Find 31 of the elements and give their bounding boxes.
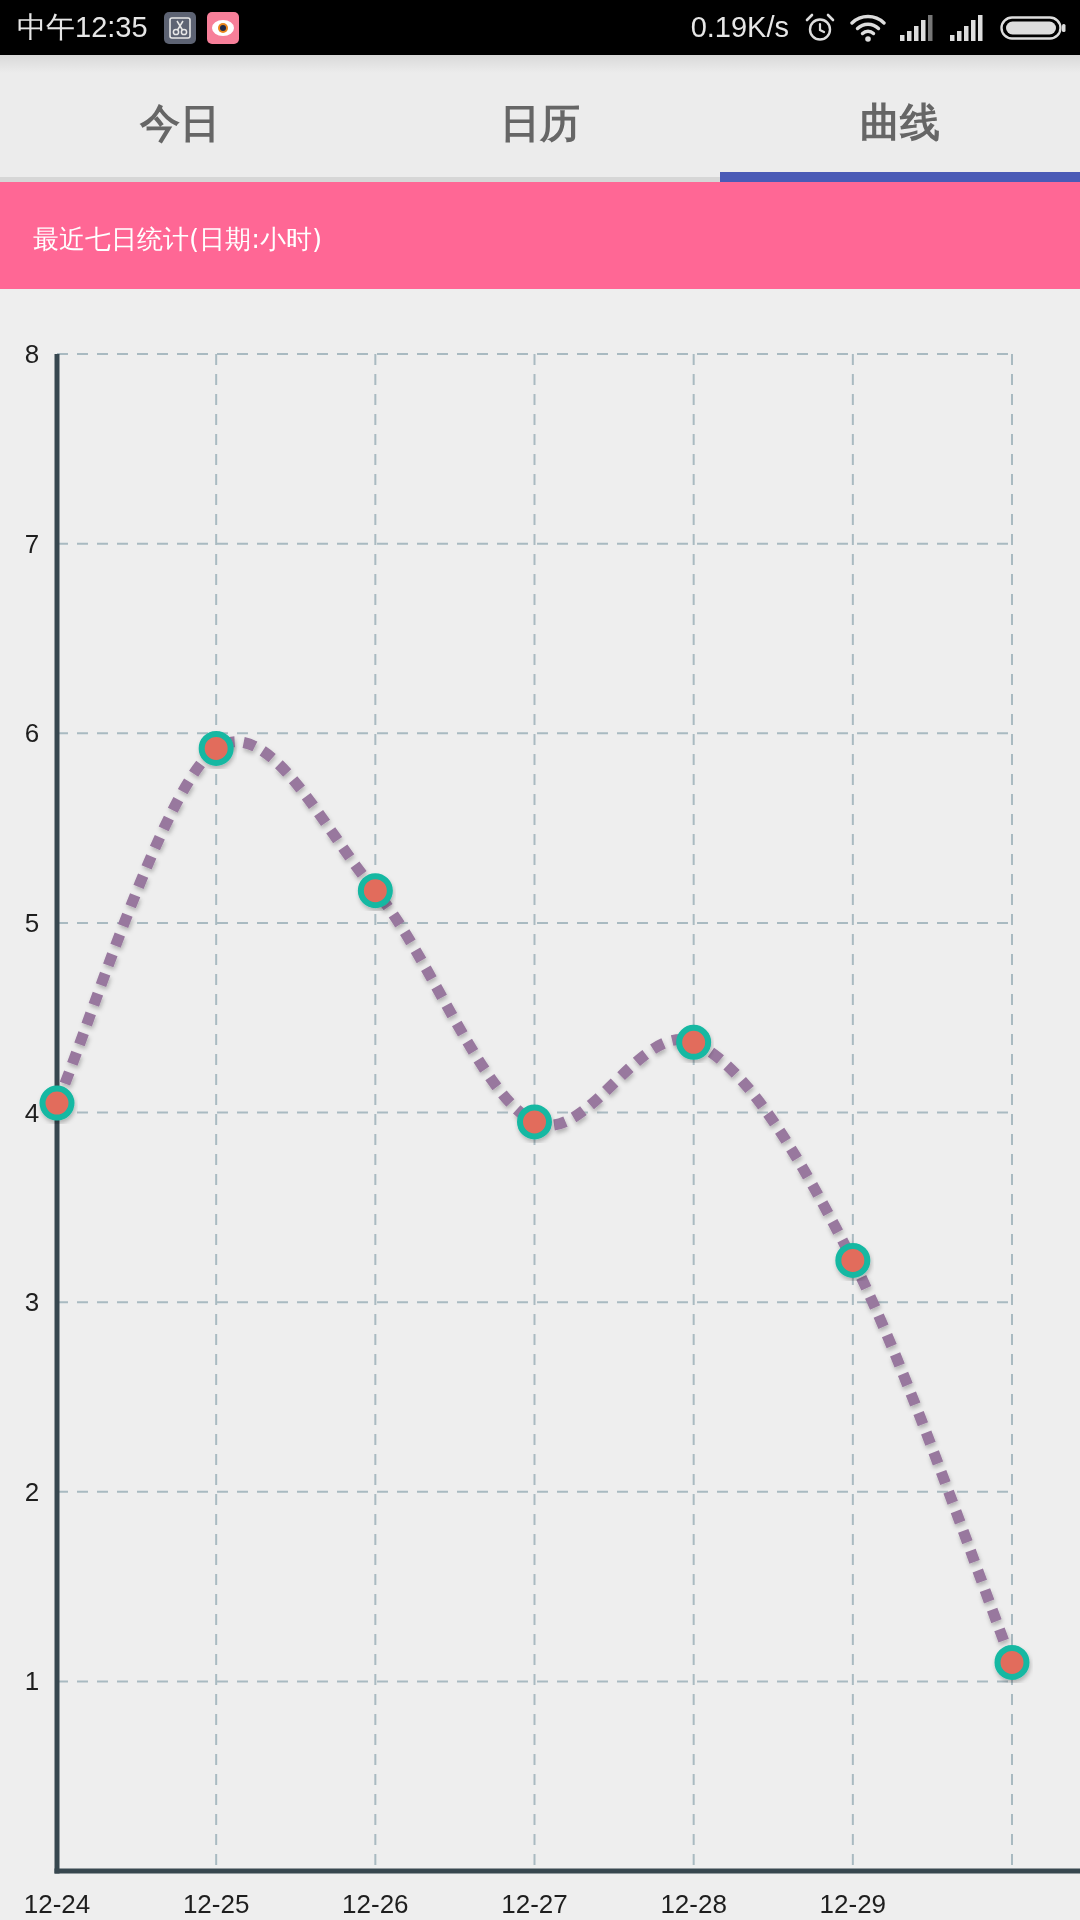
battery-icon (1000, 15, 1066, 40)
eye-app-icon (206, 11, 239, 44)
y-tick-label: 2 (24, 1476, 40, 1507)
y-tick-label: 1 (24, 1666, 40, 1697)
data-point (39, 1085, 75, 1121)
scissors-app-icon (163, 11, 196, 44)
data-point (198, 730, 234, 766)
network-speed: 0.19K/s (690, 11, 789, 44)
signal-icon (950, 14, 986, 41)
y-tick-label: 5 (24, 907, 40, 938)
x-tick-label: 12-26 (342, 1889, 409, 1919)
x-tick-label: 12-25 (182, 1889, 250, 1919)
x-tick-label: 12-27 (501, 1889, 568, 1919)
y-tick-label: 4 (24, 1097, 40, 1128)
alarm-clock-icon (805, 12, 835, 43)
x-tick-label: 12-28 (660, 1889, 727, 1919)
wifi-icon (850, 13, 886, 42)
data-point (517, 1104, 552, 1140)
status-time: 中午12:35 (17, 9, 148, 45)
y-tick-label: 8 (24, 339, 40, 369)
header-title: 最近七日统计(日期:小时) (33, 223, 323, 256)
x-tick-label: 12-29 (819, 1889, 887, 1919)
y-tick-label: 6 (24, 718, 40, 749)
x-tick-label: 12-24 (23, 1889, 91, 1919)
signal-icon (900, 14, 936, 41)
data-point (835, 1242, 871, 1278)
y-tick-label: 7 (24, 528, 40, 559)
y-tick-label: 3 (24, 1287, 40, 1318)
data-point (357, 873, 393, 909)
data-point (994, 1644, 1030, 1680)
data-point (676, 1024, 712, 1060)
